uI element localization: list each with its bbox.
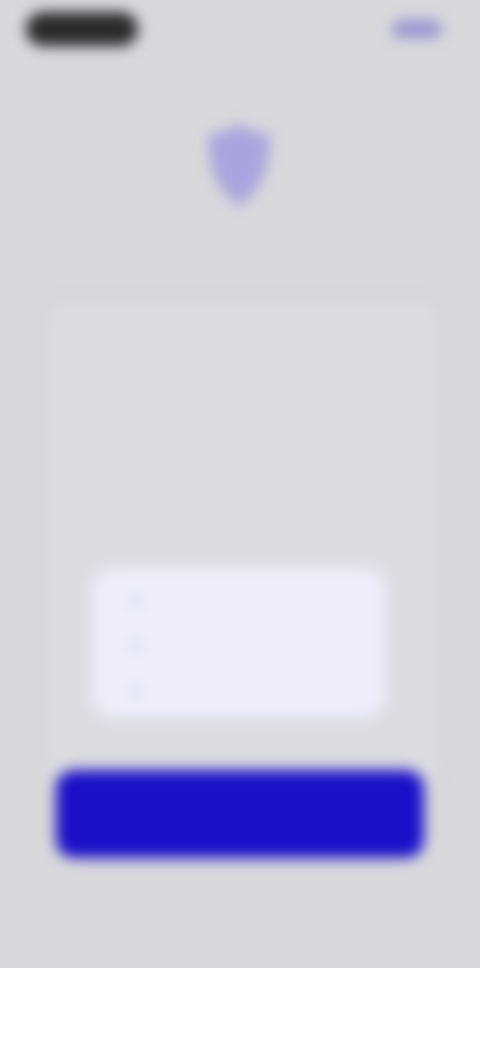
bottom-safe-area <box>0 968 480 1040</box>
option-row[interactable] <box>132 680 156 702</box>
option-row[interactable] <box>132 590 156 612</box>
blurred-content <box>0 0 480 968</box>
option-marker-icon <box>132 687 140 695</box>
options-panel <box>92 568 386 718</box>
option-row[interactable] <box>132 635 156 657</box>
option-marker-icon <box>132 597 140 605</box>
primary-action-button[interactable] <box>56 770 424 858</box>
status-time-pill <box>26 12 138 46</box>
option-marker-icon <box>132 642 140 650</box>
shield-icon <box>208 124 270 206</box>
top-action-button[interactable] <box>392 20 442 38</box>
app-screen <box>0 0 480 968</box>
intro-text <box>80 236 400 260</box>
